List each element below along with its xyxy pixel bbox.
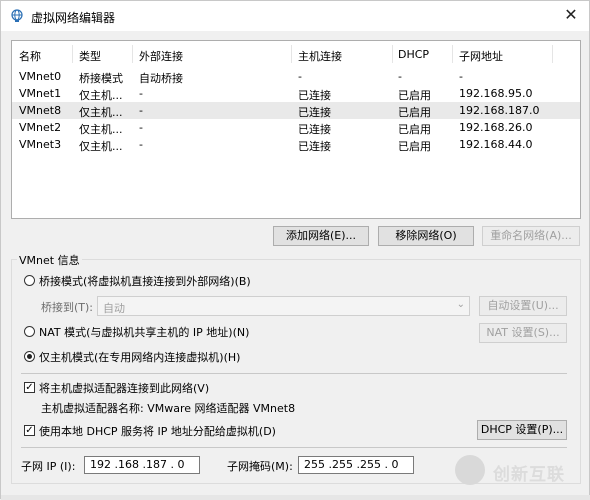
- radio-selected-dot: [27, 354, 32, 359]
- cell-type: 仅主机...: [79, 89, 123, 102]
- cell-name: VMnet0: [19, 70, 62, 83]
- cell-name: VMnet1: [19, 87, 62, 100]
- column-header-host[interactable]: 主机连接: [298, 48, 342, 63]
- cell-name: VMnet3: [19, 138, 62, 151]
- adapter-name-text: 主机虚拟适配器名称: VMware 网络适配器 VMnet8: [41, 402, 296, 415]
- cell-subnet: 192.168.26.0: [459, 121, 533, 134]
- bridged-mode-radio[interactable]: [24, 275, 35, 286]
- column-divider: [452, 45, 453, 63]
- virtual-network-editor-window: 虚拟网络编辑器 ✕ 名称 类型 外部连接 主机连接 DHCP 子网地址 VMne…: [0, 0, 590, 500]
- bridge-to-label: 桥接到(T):: [41, 301, 94, 314]
- bridge-to-select[interactable]: 自动 ⌄: [97, 296, 470, 316]
- table-row[interactable]: VMnet3 仅主机... - 已连接 已启用 192.168.44.0: [12, 136, 580, 153]
- window-title: 虚拟网络编辑器: [31, 11, 116, 25]
- bridged-mode-label[interactable]: 桥接模式(将虚拟机直接连接到外部网络)(B): [39, 273, 251, 289]
- cell-subnet: 192.168.44.0: [459, 138, 533, 151]
- cell-subnet: 192.168.95.0: [459, 87, 533, 100]
- column-divider: [291, 45, 292, 63]
- nat-mode-radio[interactable]: [24, 326, 35, 337]
- divider: [21, 447, 567, 448]
- close-icon[interactable]: ✕: [563, 7, 579, 23]
- rename-network-button[interactable]: 重命名网络(A)...: [482, 226, 580, 246]
- table-row[interactable]: VMnet1 仅主机... - 已连接 已启用 192.168.95.0: [12, 85, 580, 102]
- use-dhcp-checkbox[interactable]: ✓: [24, 425, 35, 436]
- add-network-button[interactable]: 添加网络(E)...: [273, 226, 369, 246]
- subnet-mask-label: 子网掩码(M):: [227, 460, 293, 473]
- taskbar-strip: [1, 495, 590, 500]
- column-divider: [552, 45, 553, 63]
- cell-external: 自动桥接: [139, 72, 183, 85]
- table-row[interactable]: VMnet0 桥接模式 自动桥接 - - -: [12, 68, 580, 85]
- dhcp-settings-button[interactable]: DHCP 设置(P)...: [477, 420, 567, 440]
- cell-host: 已连接: [298, 106, 331, 119]
- divider: [21, 373, 567, 374]
- connect-adapter-checkbox[interactable]: ✓: [24, 382, 35, 393]
- column-divider: [392, 45, 393, 63]
- column-header-type[interactable]: 类型: [79, 48, 101, 63]
- cell-name: VMnet8: [19, 104, 62, 117]
- watermark-logo: 创新互联: [449, 451, 589, 491]
- column-header-dhcp[interactable]: DHCP: [398, 48, 429, 62]
- column-divider: [72, 45, 73, 63]
- network-table: 名称 类型 外部连接 主机连接 DHCP 子网地址 VMnet0 桥接模式 自动…: [11, 40, 581, 219]
- subnet-ip-input[interactable]: 192 .168 .187 . 0: [84, 456, 200, 474]
- subnet-ip-label: 子网 IP (I):: [21, 460, 76, 473]
- subnet-mask-input[interactable]: 255 .255 .255 . 0: [298, 456, 414, 474]
- cell-name: VMnet2: [19, 121, 62, 134]
- vmnet-info-label: VMnet 信息: [17, 252, 82, 268]
- cell-external: -: [139, 87, 143, 100]
- column-divider: [132, 45, 133, 63]
- cell-dhcp: 已启用: [398, 89, 431, 102]
- cell-subnet: -: [459, 70, 463, 83]
- cell-dhcp: -: [398, 70, 402, 83]
- cell-external: -: [139, 138, 143, 151]
- column-header-external[interactable]: 外部连接: [139, 48, 183, 63]
- auto-settings-button[interactable]: 自动设置(U)...: [479, 296, 567, 316]
- cell-host: 已连接: [298, 123, 331, 136]
- table-row[interactable]: VMnet2 仅主机... - 已连接 已启用 192.168.26.0: [12, 119, 580, 136]
- cell-dhcp: 已启用: [398, 106, 431, 119]
- watermark-text: 创新互联: [493, 465, 565, 485]
- host-only-mode-radio[interactable]: [24, 351, 35, 362]
- use-dhcp-label[interactable]: 使用本地 DHCP 服务将 IP 地址分配给虚拟机(D): [39, 423, 276, 439]
- table-row-selected[interactable]: VMnet8 仅主机... - 已连接 已启用 192.168.187.0: [12, 102, 580, 119]
- cell-host: 已连接: [298, 89, 331, 102]
- table-header: 名称 类型 外部连接 主机连接 DHCP 子网地址: [12, 41, 580, 67]
- column-header-subnet[interactable]: 子网地址: [459, 48, 503, 63]
- remove-network-button[interactable]: 移除网络(O): [378, 226, 474, 246]
- cell-host: -: [298, 70, 302, 83]
- column-header-name[interactable]: 名称: [19, 48, 41, 63]
- nat-mode-label[interactable]: NAT 模式(与虚拟机共享主机的 IP 地址)(N): [39, 324, 249, 340]
- cell-subnet: 192.168.187.0: [459, 104, 540, 117]
- cell-type: 仅主机...: [79, 140, 123, 153]
- cell-external: -: [139, 104, 143, 117]
- cell-host: 已连接: [298, 140, 331, 153]
- logo-icon: [455, 455, 485, 485]
- cell-external: -: [139, 121, 143, 134]
- nat-settings-button[interactable]: NAT 设置(S)...: [479, 323, 567, 343]
- chevron-down-icon: ⌄: [456, 299, 465, 310]
- bridge-to-value: 自动: [103, 302, 125, 315]
- cell-type: 仅主机...: [79, 123, 123, 136]
- host-only-mode-label[interactable]: 仅主机模式(在专用网络内连接虚拟机)(H): [39, 349, 240, 365]
- cell-type: 仅主机...: [79, 106, 123, 119]
- cell-type: 桥接模式: [79, 72, 123, 85]
- title-bar: 虚拟网络编辑器 ✕: [1, 1, 589, 31]
- cell-dhcp: 已启用: [398, 140, 431, 153]
- network-globe-icon: [11, 9, 23, 22]
- connect-adapter-label[interactable]: 将主机虚拟适配器连接到此网络(V): [39, 380, 209, 396]
- cell-dhcp: 已启用: [398, 123, 431, 136]
